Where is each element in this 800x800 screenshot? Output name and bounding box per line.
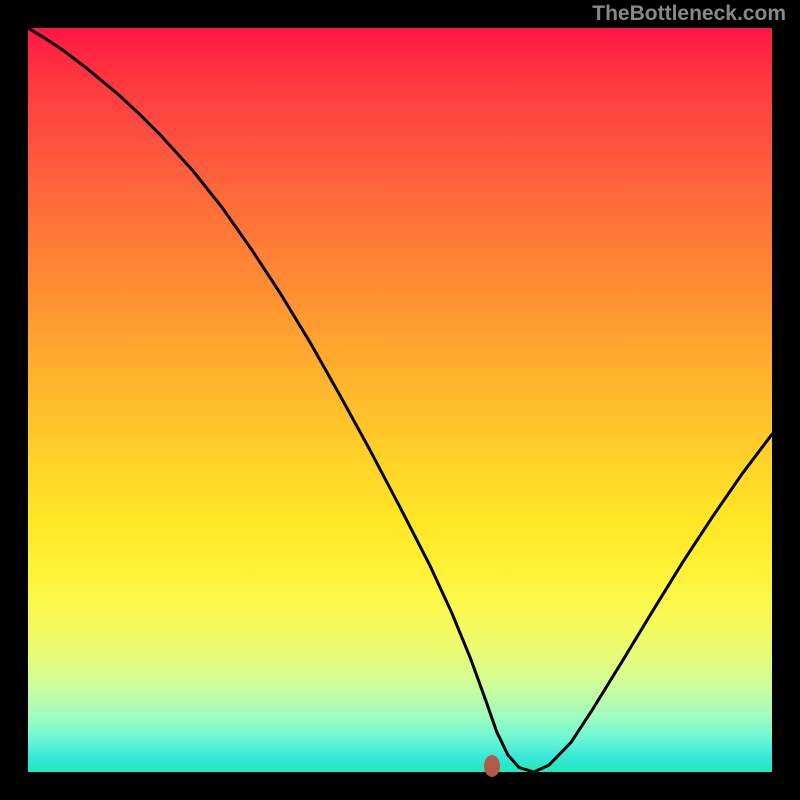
plot-area (28, 28, 772, 772)
watermark-text: TheBottleneck.com (592, 2, 786, 26)
outer-frame: TheBottleneck.com (0, 0, 800, 800)
curve-line (28, 28, 772, 772)
min-marker (484, 755, 500, 777)
curve-path (28, 28, 772, 772)
